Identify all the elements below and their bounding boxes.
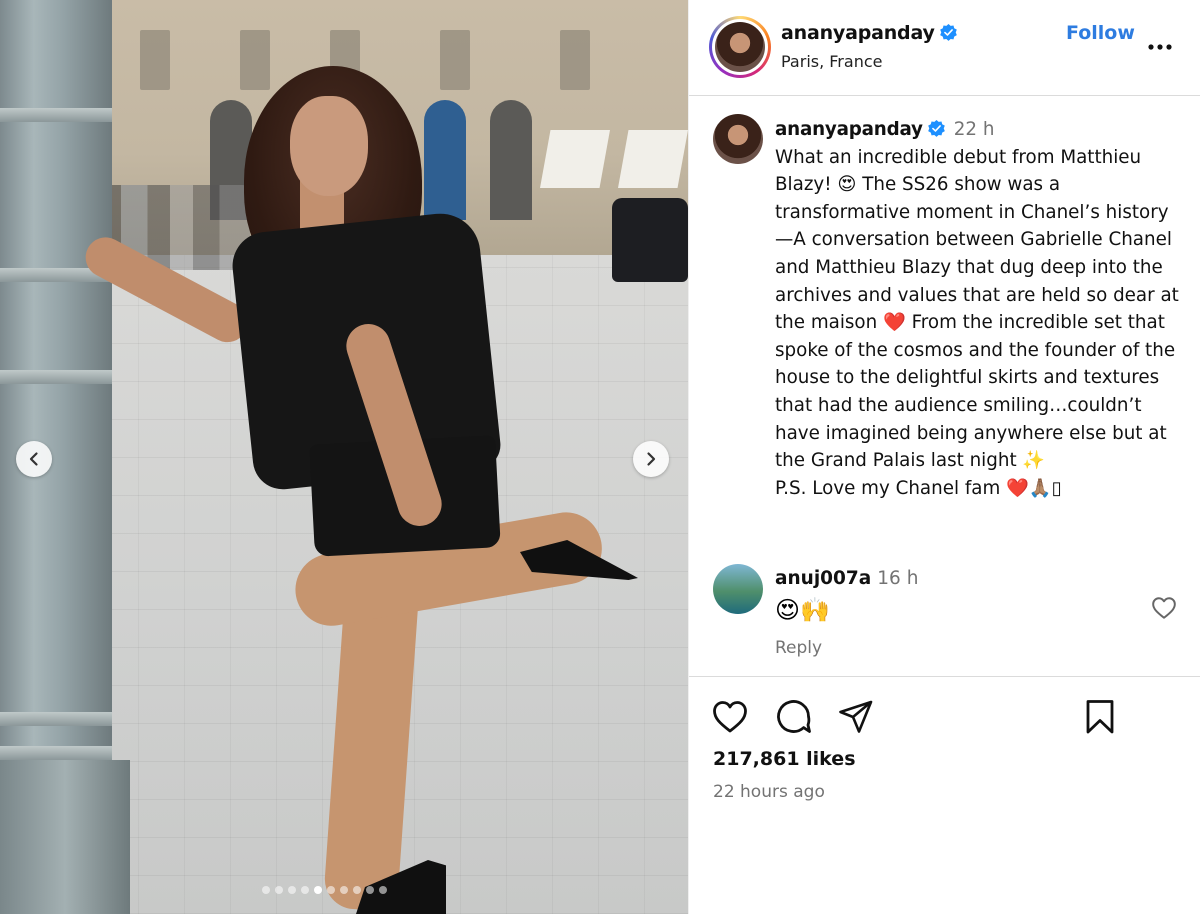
more-options-icon[interactable] — [1147, 30, 1173, 50]
post-actions-bar — [689, 698, 1200, 738]
author-username[interactable]: ananyapanday — [781, 22, 935, 44]
author-username-row[interactable]: ananyapanday — [781, 22, 958, 44]
carousel-indicator — [262, 886, 387, 894]
carousel-dot — [379, 886, 387, 894]
carousel-next-button[interactable] — [633, 441, 669, 477]
reply-button[interactable]: Reply — [775, 638, 822, 658]
share-icon[interactable] — [837, 698, 875, 736]
likes-count[interactable]: 217,861 likes — [713, 748, 856, 770]
caption-time[interactable]: 22 h — [954, 119, 995, 140]
carousel-prev-button[interactable] — [16, 441, 52, 477]
comment-time: 16 h — [877, 568, 919, 589]
verified-badge-icon — [939, 23, 957, 41]
save-bookmark-icon[interactable] — [1081, 698, 1119, 736]
caption-username[interactable]: ananyapanday — [775, 119, 923, 140]
carousel-dot — [301, 886, 309, 894]
commenter-username[interactable]: anuj007a — [775, 568, 871, 589]
chevron-left-icon — [29, 452, 38, 466]
verified-badge-icon — [927, 119, 945, 137]
carousel-dot — [340, 886, 348, 894]
carousel-dot — [275, 886, 283, 894]
caption-avatar[interactable] — [713, 114, 763, 164]
post-location[interactable]: Paris, France — [781, 52, 882, 71]
model-figure — [0, 0, 688, 914]
author-avatar[interactable] — [709, 16, 771, 78]
comment-text: 😍🙌 — [775, 596, 830, 624]
chevron-right-icon — [647, 452, 656, 466]
post-sidebar: ananyapanday Paris, France Follow ananya… — [688, 0, 1200, 914]
like-heart-icon[interactable] — [711, 698, 749, 736]
post-photo[interactable] — [0, 0, 688, 914]
actions-divider — [689, 676, 1200, 677]
caption-text: What an incredible debut from Matthieu B… — [775, 146, 1179, 499]
carousel-dot — [353, 886, 361, 894]
follow-button[interactable]: Follow — [1066, 22, 1135, 44]
carousel-dot — [366, 886, 374, 894]
carousel-dot — [262, 886, 270, 894]
comment-icon[interactable] — [775, 698, 813, 736]
post-header: ananyapanday Paris, France Follow — [689, 0, 1200, 96]
comment-like-heart-icon[interactable] — [1151, 596, 1177, 620]
post-timestamp: 22 hours ago — [713, 782, 825, 802]
comment-item: anuj007a 16 h 😍🙌 Reply — [689, 560, 1200, 670]
carousel-dot — [288, 886, 296, 894]
commenter-avatar[interactable] — [713, 564, 763, 614]
carousel-dot — [327, 886, 335, 894]
carousel-dot — [314, 886, 322, 894]
